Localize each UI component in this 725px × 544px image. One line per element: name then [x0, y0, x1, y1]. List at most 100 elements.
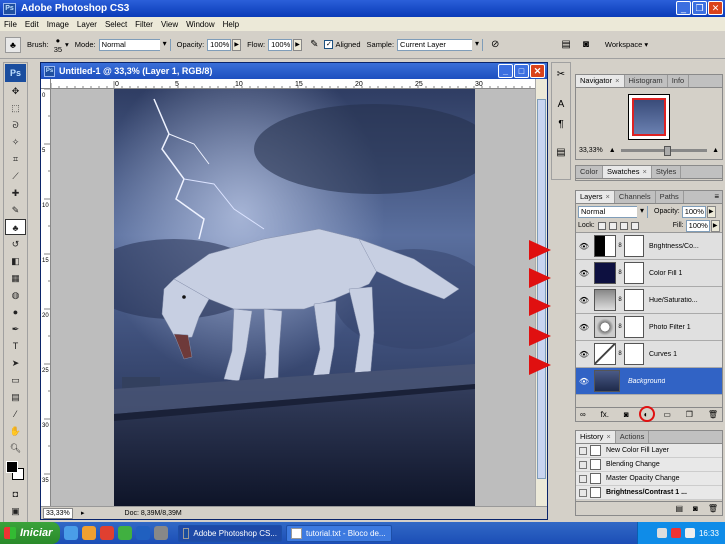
vertical-ruler[interactable]: 0 5 10 15 20 25 30 35	[41, 89, 51, 507]
link-icon[interactable]: 8	[617, 270, 623, 276]
quicklaunch-desktop-icon[interactable]	[64, 526, 78, 540]
airbrush-icon[interactable]: ✎	[310, 39, 318, 50]
layer-name[interactable]: Color Fill 1	[649, 270, 682, 277]
tab-color[interactable]: Color	[576, 166, 603, 178]
close-button[interactable]: ✕	[708, 1, 723, 15]
dodge-tool-icon[interactable]: ●	[5, 304, 26, 320]
healing-brush-tool-icon[interactable]: ✚	[5, 185, 26, 201]
trash-icon[interactable]: 🗑︎	[708, 504, 718, 513]
quick-mask-icon[interactable]: ◘	[5, 486, 26, 502]
layer-row[interactable]: 👁︎ 8 Color Fill 1	[576, 260, 722, 287]
opacity-input[interactable]: 100%	[207, 38, 232, 51]
move-tool-icon[interactable]: ✥	[5, 83, 26, 99]
menu-help[interactable]: Help	[219, 20, 243, 29]
menu-edit[interactable]: Edit	[21, 20, 43, 29]
layer-name[interactable]: Hue/Saturatio...	[649, 297, 698, 304]
start-button[interactable]: Iniciar	[0, 522, 60, 544]
menu-filter[interactable]: Filter	[131, 20, 157, 29]
link-icon[interactable]: 8	[617, 297, 623, 303]
slice-tool-icon[interactable]: ⟋	[5, 168, 26, 184]
menu-file[interactable]: File	[0, 20, 21, 29]
taskbar-item-notepad[interactable]: tutorial.txt - Bloco de...	[286, 524, 392, 542]
eye-icon[interactable]: 👁︎	[578, 350, 590, 359]
camera-icon[interactable]: ◙	[583, 39, 589, 50]
restore-button[interactable]: ❐	[692, 1, 707, 15]
tab-info[interactable]: Info	[668, 75, 690, 87]
history-brush-tool-icon[interactable]: ↺	[5, 236, 26, 252]
artwork-canvas[interactable]	[114, 89, 475, 507]
workspace-menu[interactable]: Workspace ▾	[605, 40, 648, 49]
history-snapshot-box[interactable]	[579, 446, 587, 455]
status-menu-icon[interactable]: ▸	[81, 509, 85, 517]
navigator-zoom-value[interactable]: 33,33%	[579, 147, 603, 154]
close-icon[interactable]: ×	[615, 76, 619, 85]
eye-icon[interactable]: 👁︎	[578, 242, 590, 251]
layer-mask-thumbnail[interactable]	[624, 235, 644, 257]
path-selection-tool-icon[interactable]: ➤	[5, 355, 26, 371]
trash-icon[interactable]: 🗑︎	[708, 410, 718, 419]
blur-tool-icon[interactable]: ◍	[5, 287, 26, 303]
snapshot-icon[interactable]: ◙	[693, 504, 698, 513]
brush-picker[interactable]: ● 35	[54, 36, 62, 54]
tab-layers[interactable]: Layers ×	[576, 191, 615, 203]
link-layers-icon[interactable]: ∞	[580, 410, 586, 419]
history-item-current[interactable]: Brightness/Contrast 1 ...	[576, 486, 722, 500]
zoom-level-field[interactable]: 33,33%	[43, 507, 73, 519]
crop-tool-icon[interactable]: ⌗	[5, 151, 26, 167]
menu-select[interactable]: Select	[101, 20, 131, 29]
history-item[interactable]: Master Opacity Change	[576, 472, 722, 486]
tab-swatches[interactable]: Swatches ×	[602, 166, 652, 178]
link-icon[interactable]: 8	[617, 324, 623, 330]
link-icon[interactable]: 8	[617, 243, 623, 249]
character-panel-icon[interactable]: A	[553, 97, 569, 113]
tray-network-icon[interactable]	[656, 528, 667, 538]
taskbar-item-photoshop[interactable]: Adobe Photoshop CS...	[178, 524, 282, 542]
blend-mode-select[interactable]: Normal	[578, 205, 648, 218]
history-item[interactable]: New Color Fill Layer	[576, 444, 722, 458]
notes-tool-icon[interactable]: ▤	[5, 389, 26, 405]
shape-tool-icon[interactable]: ▭	[5, 372, 26, 388]
magic-wand-tool-icon[interactable]: ✧	[5, 134, 26, 150]
layer-row-selected[interactable]: 👁︎ Background	[576, 368, 722, 395]
tool-presets-icon[interactable]: ▤	[553, 145, 569, 161]
layer-name[interactable]: Curves 1	[649, 351, 677, 358]
marquee-tool-icon[interactable]: ⬚	[5, 100, 26, 116]
screen-mode-icon[interactable]: ▣	[5, 503, 26, 519]
brush-tool-icon[interactable]: ✎	[5, 202, 26, 218]
hand-tool-icon[interactable]: ✋	[5, 423, 26, 439]
ruler-corner[interactable]	[41, 79, 51, 89]
layer-name[interactable]: Background	[628, 378, 665, 385]
quicklaunch-browser-icon[interactable]	[100, 526, 114, 540]
flow-input[interactable]: 100%	[268, 38, 293, 51]
minimize-button[interactable]: _	[676, 1, 691, 15]
eye-icon[interactable]: 👁︎	[578, 269, 590, 278]
tab-histogram[interactable]: Histogram	[625, 75, 668, 87]
zoom-slider[interactable]	[620, 145, 708, 156]
layer-mask-thumbnail[interactable]	[624, 289, 644, 311]
horizontal-ruler[interactable]: 0 5 10 15 20 25 30	[51, 79, 537, 89]
brushes-panel-icon[interactable]: ✂	[553, 67, 569, 83]
history-item[interactable]: Blending Change	[576, 458, 722, 472]
layers-opacity-arrow-icon[interactable]: ▶	[706, 205, 716, 218]
tab-paths[interactable]: Paths	[656, 191, 684, 203]
navigator-view-box[interactable]	[632, 98, 666, 136]
fill-arrow-icon[interactable]: ▶	[710, 219, 720, 232]
layer-row[interactable]: 👁︎ 8 Brightness/Co...	[576, 233, 722, 260]
sample-select[interactable]: Current Layer	[397, 38, 484, 51]
menu-view[interactable]: View	[157, 20, 182, 29]
aligned-checkbox[interactable]: ✓	[324, 40, 334, 49]
lock-pixels-icon[interactable]	[608, 221, 617, 230]
layers-opacity-input[interactable]: 100%	[681, 205, 706, 218]
new-layer-icon[interactable]: ❐	[686, 410, 693, 419]
navigator-thumbnail[interactable]	[628, 94, 670, 140]
layer-row[interactable]: 👁︎ 8 Curves 1	[576, 341, 722, 368]
close-icon[interactable]: ×	[606, 432, 610, 441]
clone-stamp-tool-button[interactable]: ♣	[5, 219, 26, 235]
close-icon[interactable]: ×	[606, 192, 610, 201]
layer-name[interactable]: Photo Filter 1	[649, 324, 691, 331]
layer-name[interactable]: Brightness/Co...	[649, 243, 699, 250]
new-document-icon[interactable]: ▤	[675, 504, 683, 513]
clone-stamp-tool-icon[interactable]: ♣	[5, 36, 21, 53]
fill-input[interactable]: 100%	[685, 219, 710, 232]
tab-actions[interactable]: Actions	[616, 431, 650, 443]
